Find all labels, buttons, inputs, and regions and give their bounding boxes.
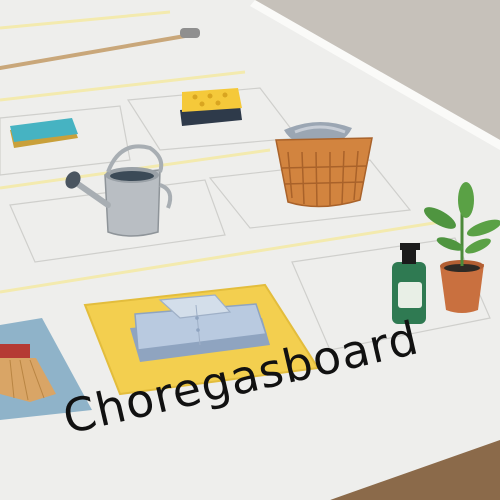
yellow-sponge bbox=[180, 88, 242, 126]
